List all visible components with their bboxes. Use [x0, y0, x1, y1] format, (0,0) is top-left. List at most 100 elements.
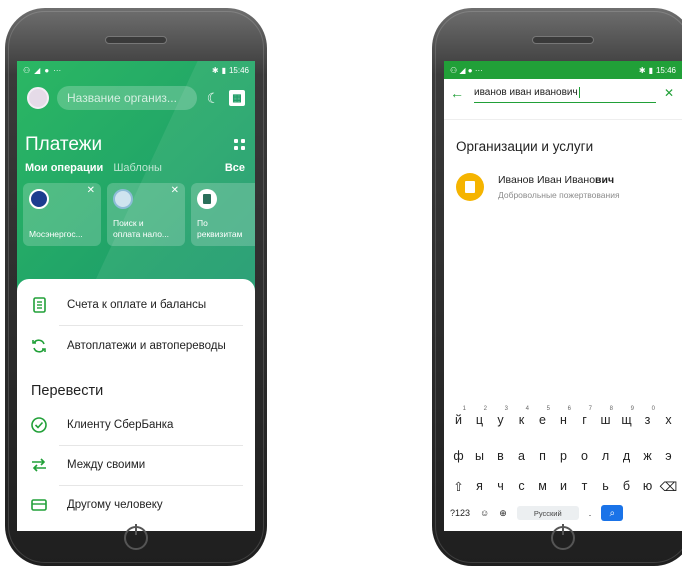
battery-icon: ▮ [221, 65, 226, 75]
avatar[interactable] [27, 87, 49, 109]
mode-switch-key[interactable]: ?123 [450, 508, 470, 518]
search-bar: ← иванов иван иванович ✕ [444, 79, 682, 107]
all-link[interactable]: Все [225, 162, 245, 174]
key[interactable]: й1 [448, 406, 469, 427]
card-label-block: По реквизитам [197, 218, 242, 240]
more-icon: ··· [53, 65, 62, 75]
clear-icon[interactable]: ✕ [664, 86, 676, 100]
key[interactable]: и [553, 479, 574, 494]
key[interactable]: ш8 [595, 406, 616, 427]
tax-logo [113, 189, 133, 209]
key[interactable]: р [553, 449, 574, 463]
key[interactable]: а [511, 449, 532, 463]
key[interactable]: ы [469, 449, 490, 463]
key[interactable]: е5 [532, 406, 553, 427]
key[interactable]: у3 [490, 406, 511, 427]
menu-item-label: Автоплатежи и автопереводы [67, 340, 226, 352]
keyboard-row-1: й1 ц2 у3 к4 е5 н6 г7 ш8 щ9 з0 х [448, 406, 682, 427]
close-icon[interactable]: ✕ [87, 185, 95, 196]
key[interactable]: м [532, 479, 553, 494]
globe-icon[interactable]: ⊕ [499, 508, 507, 519]
key[interactable]: ь [595, 479, 616, 494]
tab-templates[interactable]: Шаблоны [113, 162, 162, 174]
subnav: Мои операции Шаблоны Все [25, 162, 245, 174]
menu-item-bills[interactable]: Счета к оплате и балансы [29, 285, 243, 325]
menu-item-label: Другому человеку [67, 499, 163, 511]
power-button-icon [124, 524, 148, 550]
key[interactable]: ч [490, 479, 511, 494]
key[interactable]: ц2 [469, 406, 490, 427]
menu-item-other-person[interactable]: Другому человеку [29, 485, 243, 525]
stage: ⚇ ◢ ● ··· ✱ ▮ 15:46 Название организ... … [0, 0, 682, 567]
card-label-line2: реквизитам [197, 229, 243, 239]
quick-payments: ✕ Мосэнергос... ✕ Поиск и оплата нало...… [23, 183, 255, 246]
key[interactable]: я [469, 479, 490, 494]
key[interactable]: п [532, 449, 553, 463]
backspace-icon[interactable]: ⌫ [658, 479, 679, 494]
key[interactable]: в [490, 449, 511, 463]
search-input[interactable]: Название организ... [57, 86, 197, 110]
key-label: г [582, 413, 587, 427]
key[interactable]: д [616, 449, 637, 463]
key[interactable]: ю [637, 479, 658, 494]
left-screen: ⚇ ◢ ● ··· ✱ ▮ 15:46 Название организ... … [17, 61, 255, 531]
qr-scan-icon[interactable]: ▦ [229, 90, 245, 106]
left-phone: ⚇ ◢ ● ··· ✱ ▮ 15:46 Название организ... … [5, 8, 267, 566]
grid-menu-icon[interactable] [234, 139, 245, 150]
result-title: Иванов Иван Иванович [498, 174, 620, 186]
card-label: Мосэнергос... [29, 229, 83, 239]
result-title-match: вич [595, 174, 615, 186]
keyboard: й1 ц2 у3 к4 е5 н6 г7 ш8 щ9 з0 х ф ы в а [444, 391, 682, 531]
key[interactable]: л [595, 449, 616, 463]
key[interactable]: о [574, 449, 595, 463]
document-icon [197, 189, 217, 209]
card-tax-search[interactable]: ✕ Поиск и оплата нало... [107, 183, 185, 246]
key-hint: 1 [462, 406, 466, 412]
key[interactable]: ф [448, 449, 469, 463]
card-by-details[interactable]: ✕ По реквизитам [191, 183, 255, 246]
key[interactable]: э [658, 449, 679, 463]
card-mosenergo[interactable]: ✕ Мосэнергос... [23, 183, 101, 246]
key[interactable]: х [658, 413, 679, 427]
card-icon [29, 495, 49, 515]
keyboard-row-3: ⇧ я ч с м и т ь б ю ⌫ [448, 479, 682, 494]
back-arrow-icon[interactable]: ← [450, 85, 466, 101]
result-title-prefix: Иванов Иван Ивано [498, 174, 596, 186]
key-label: к [518, 413, 525, 427]
section-heading-orgs: Организации и услуги [456, 139, 594, 154]
key[interactable]: щ9 [616, 406, 637, 427]
menu-item-sber-client[interactable]: Клиенту СберБанка [29, 405, 243, 445]
key[interactable]: т [574, 479, 595, 494]
menu-item-autopay[interactable]: Автоплатежи и автопереводы [29, 326, 243, 366]
signal-icon: ◢ [34, 65, 41, 75]
search-result-item[interactable]: Иванов Иван Иванович Добровольные пожерт… [456, 169, 678, 205]
space-key[interactable]: Русский [516, 506, 579, 520]
shift-icon[interactable]: ⇧ [448, 479, 469, 494]
key[interactable]: к4 [511, 406, 532, 427]
search-input[interactable]: иванов иван иванович [474, 83, 656, 103]
key[interactable]: г7 [574, 406, 595, 427]
result-subtitle: Добровольные пожертвования [498, 190, 620, 200]
emoji-icon[interactable]: ☺ [480, 508, 489, 518]
document-list-icon [29, 295, 49, 315]
period-key[interactable]: . [589, 508, 592, 518]
key-hint: 4 [525, 406, 529, 412]
key[interactable]: б [616, 479, 637, 494]
speaker-grille [532, 36, 594, 44]
close-icon[interactable]: ✕ [171, 185, 179, 196]
menu-item-label: Счета к оплате и балансы [67, 299, 207, 311]
key-label: ш [600, 413, 611, 427]
search-icon[interactable]: ⌕ [601, 505, 624, 521]
key[interactable]: ж [637, 449, 658, 463]
key-label: х [665, 413, 672, 427]
tab-my-operations[interactable]: Мои операции [25, 162, 103, 174]
notification-icon: ⚇ ◢ ● ··· [450, 65, 483, 75]
menu-item-between-own[interactable]: Между своими [29, 445, 243, 485]
key[interactable]: н6 [553, 406, 574, 427]
moon-icon[interactable]: ☾ [205, 90, 221, 107]
key[interactable]: з0 [637, 406, 658, 427]
key-label: е [539, 413, 546, 427]
notification-icon: ⚇ [23, 65, 31, 75]
bluetooth-icon: ✱ [638, 65, 646, 75]
key[interactable]: с [511, 479, 532, 494]
